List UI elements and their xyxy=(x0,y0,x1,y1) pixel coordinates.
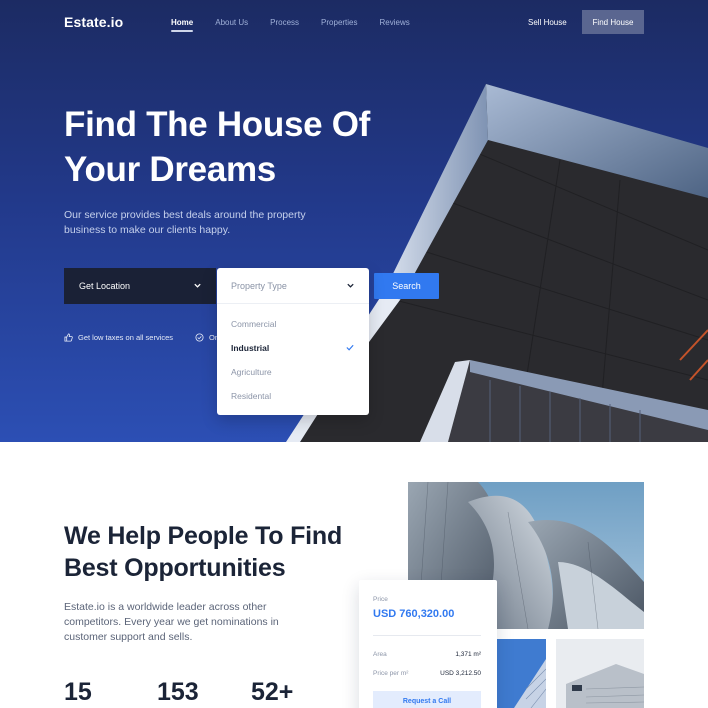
section-paragraph: Estate.io is a worldwide leader across o… xyxy=(64,601,279,643)
checkmark-icon xyxy=(346,344,354,351)
divider xyxy=(373,635,481,636)
perk-low-taxes: Get low taxes on all services xyxy=(64,333,173,342)
row-value: 1,371 m² xyxy=(455,651,481,658)
perk-second: On xyxy=(195,333,219,342)
option-residental[interactable]: Residental xyxy=(231,391,355,407)
option-label: Commercial xyxy=(231,319,277,329)
nav-link-process[interactable]: Process xyxy=(270,18,299,27)
price-per-m2-row: Price per m² USD 3,212.50 xyxy=(373,670,481,677)
nav-link-properties[interactable]: Properties xyxy=(321,18,357,27)
option-label: Agriculture xyxy=(231,367,272,377)
chevron-down-icon xyxy=(347,283,354,288)
nav-links: Home About Us Process Properties Reviews xyxy=(171,18,432,32)
section-title: We Help People To Find Best Opportunitie… xyxy=(64,520,384,584)
row-key: Price per m² xyxy=(373,670,409,677)
top-navbar: Estate.io Home About Us Process Properti… xyxy=(0,0,708,46)
section-title-line1: We Help People To Find xyxy=(64,522,343,550)
request-call-button[interactable]: Request a Call xyxy=(373,691,481,708)
chevron-down-icon xyxy=(194,283,201,288)
option-label: Industrial xyxy=(231,343,270,353)
property-type-dropdown[interactable]: Property Type Commercial Industrial Agri… xyxy=(217,268,369,415)
stat-value: 52+ xyxy=(251,678,294,706)
stat-value: 153 xyxy=(157,678,199,706)
thumbs-up-icon xyxy=(64,333,73,342)
price-label: Price xyxy=(373,596,388,603)
row-value: USD 3,212.50 xyxy=(440,670,481,677)
building-photo-small-2 xyxy=(556,639,644,708)
property-type-select[interactable]: Property Type xyxy=(217,268,369,304)
hero-subtext: Our service provides best deals around t… xyxy=(64,209,306,236)
nav-link-about[interactable]: About Us xyxy=(215,18,248,27)
location-select[interactable]: Get Location xyxy=(64,268,216,304)
nav-link-reviews[interactable]: Reviews xyxy=(380,18,410,27)
area-row: Area 1,371 m² xyxy=(373,651,481,658)
property-type-placeholder: Property Type xyxy=(231,281,287,291)
price-value: USD 760,320.00 xyxy=(373,608,455,620)
option-industrial[interactable]: Industrial xyxy=(231,343,355,359)
hero-headline-line1: Find The House Of xyxy=(64,105,371,144)
option-agriculture[interactable]: Agriculture xyxy=(231,367,355,383)
price-card: Price USD 760,320.00 Area 1,371 m² Price… xyxy=(359,580,497,708)
section-title-line2: Best Opportunities xyxy=(64,554,286,582)
find-house-button[interactable]: Find House xyxy=(582,10,644,34)
option-commercial[interactable]: Commercial xyxy=(231,319,355,335)
building-photo-small-1 xyxy=(496,639,546,708)
hero-headline: Find The House Of Your Dreams xyxy=(64,102,424,192)
brand-logo[interactable]: Estate.io xyxy=(64,14,123,30)
option-label: Residental xyxy=(231,391,272,401)
search-button[interactable]: Search xyxy=(374,273,439,299)
stat-value: 15 xyxy=(64,678,92,706)
location-select-label: Get Location xyxy=(79,281,131,291)
row-key: Area xyxy=(373,651,387,658)
perk-label: Get low taxes on all services xyxy=(78,333,174,342)
nav-link-home[interactable]: Home xyxy=(171,18,194,32)
check-circle-icon xyxy=(195,333,204,342)
sell-house-link[interactable]: Sell House xyxy=(528,18,567,27)
hero-headline-line2: Your Dreams xyxy=(64,150,276,189)
